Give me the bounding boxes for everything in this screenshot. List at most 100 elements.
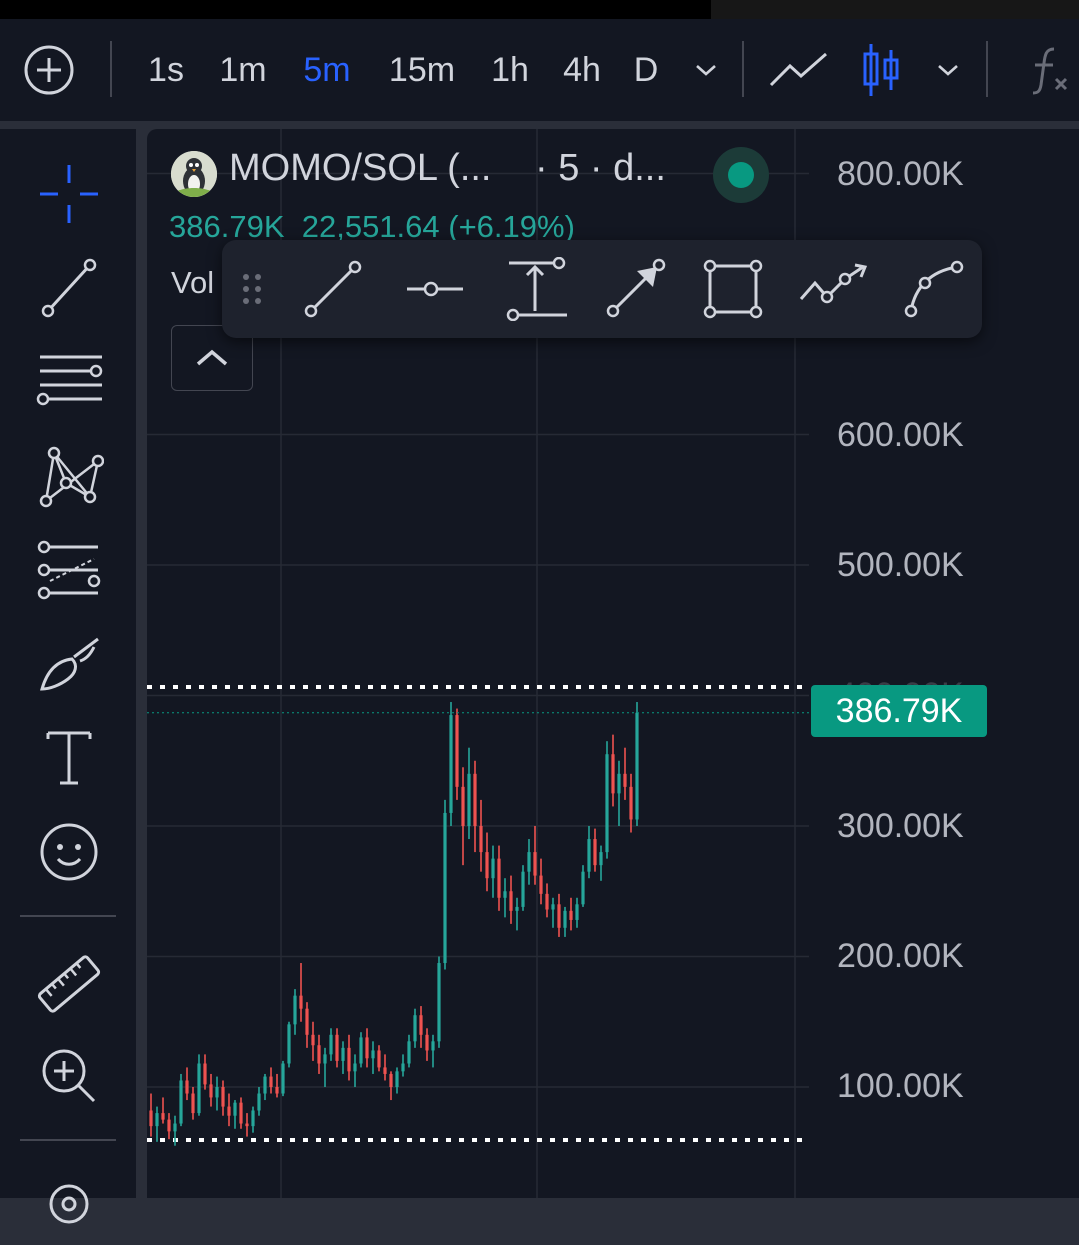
chevron-down-icon[interactable] <box>930 19 966 121</box>
candle <box>605 741 609 859</box>
candle <box>443 799 447 970</box>
candle <box>395 1067 399 1094</box>
candle <box>401 1054 405 1077</box>
candle <box>287 1021 291 1068</box>
candle <box>341 1041 345 1074</box>
candle <box>239 1097 243 1129</box>
candle <box>311 1021 315 1061</box>
candle <box>497 845 501 911</box>
candle <box>245 1113 249 1137</box>
candle <box>347 1034 351 1081</box>
top-toolbar: 1s 1m 5m 15m 1h 4h D <box>0 19 1079 121</box>
pattern-icon[interactable] <box>28 435 110 517</box>
candle <box>317 1034 321 1074</box>
candle <box>149 1093 153 1137</box>
candle <box>575 897 579 928</box>
fib-retracement-icon[interactable] <box>28 341 110 423</box>
candle <box>449 702 453 826</box>
candle <box>263 1073 267 1101</box>
crosshair-icon[interactable] <box>28 153 110 235</box>
interval-15m[interactable]: 15m <box>380 19 464 121</box>
prediction-icon[interactable] <box>28 529 110 611</box>
candle <box>227 1093 231 1127</box>
candle <box>515 897 519 931</box>
candle <box>635 702 639 826</box>
interval-1s[interactable]: 1s <box>138 19 194 121</box>
y-axis-label: 600.00K <box>837 416 964 454</box>
text-icon[interactable] <box>28 717 110 799</box>
rectangle-icon[interactable] <box>696 252 770 326</box>
candle <box>377 1045 381 1072</box>
candle <box>233 1100 237 1129</box>
candle <box>281 1060 285 1097</box>
y-axis-label: 100.00K <box>837 1067 964 1105</box>
candle <box>215 1076 219 1111</box>
candle <box>461 767 465 866</box>
candle <box>359 1032 363 1068</box>
interval-1h[interactable]: 1h <box>484 19 536 121</box>
indicators-icon[interactable] <box>1022 19 1076 121</box>
add-circle-icon[interactable] <box>18 19 80 121</box>
interval-5m[interactable]: 5m <box>294 19 360 121</box>
symbol-interval[interactable]: · 5 · d... <box>535 147 666 190</box>
magnet-icon[interactable] <box>28 1163 110 1245</box>
candle <box>383 1054 387 1081</box>
candle <box>365 1028 369 1068</box>
emoji-icon[interactable] <box>28 811 110 893</box>
drawing-toolbar <box>222 240 982 338</box>
candle <box>491 845 495 898</box>
candle <box>389 1071 393 1101</box>
volume-legend-label[interactable]: Vol <box>171 265 214 301</box>
path-icon[interactable] <box>796 252 870 326</box>
candle <box>371 1041 375 1074</box>
live-status-dot <box>713 147 769 203</box>
candle <box>629 773 633 833</box>
trend-line-icon[interactable] <box>28 247 110 329</box>
candle <box>527 839 531 885</box>
trend-line-icon[interactable] <box>296 252 370 326</box>
zoom-in-icon[interactable] <box>28 1035 110 1117</box>
candle <box>539 858 543 905</box>
candlestick-series <box>149 702 639 1146</box>
candle <box>167 1113 171 1140</box>
candle <box>545 883 549 918</box>
candle <box>209 1073 213 1107</box>
candle <box>485 832 489 892</box>
arrow-line-icon[interactable] <box>598 252 672 326</box>
line-chart-icon[interactable] <box>766 19 832 121</box>
candle <box>569 897 573 931</box>
candle <box>329 1028 333 1061</box>
interval-1m[interactable]: 1m <box>210 19 276 121</box>
vertical-measure-icon[interactable] <box>498 252 572 326</box>
candle <box>521 865 525 911</box>
candle <box>185 1067 189 1101</box>
candle <box>587 826 591 879</box>
y-axis-label: 300.00K <box>837 807 964 845</box>
toolbar-separator <box>986 41 988 97</box>
interval-d[interactable]: D <box>628 19 664 121</box>
chevron-up-icon <box>196 349 228 366</box>
toolbar-separator <box>110 41 112 97</box>
candle <box>299 963 303 1022</box>
candle <box>623 747 627 800</box>
candle <box>221 1080 225 1116</box>
chevron-down-icon[interactable] <box>688 19 724 121</box>
toolbar-separator <box>742 41 744 97</box>
horizontal-ray-icon[interactable] <box>398 252 472 326</box>
candle <box>179 1073 183 1127</box>
candle <box>407 1034 411 1068</box>
y-axis-label: 500.00K <box>837 546 964 584</box>
curve-icon[interactable] <box>896 252 970 326</box>
candle <box>431 1034 435 1068</box>
current-price-tag: 386.79K <box>811 685 987 737</box>
candles-icon[interactable] <box>856 19 906 121</box>
drag-handle-icon[interactable] <box>224 252 280 326</box>
candle <box>509 875 513 924</box>
candle <box>335 1028 339 1068</box>
candle <box>467 747 471 840</box>
interval-4h[interactable]: 4h <box>556 19 608 121</box>
candle <box>437 956 441 1048</box>
brush-icon[interactable] <box>28 623 110 705</box>
ruler-icon[interactable] <box>28 943 110 1025</box>
symbol-title[interactable]: MOMO/SOL (... <box>229 147 492 190</box>
